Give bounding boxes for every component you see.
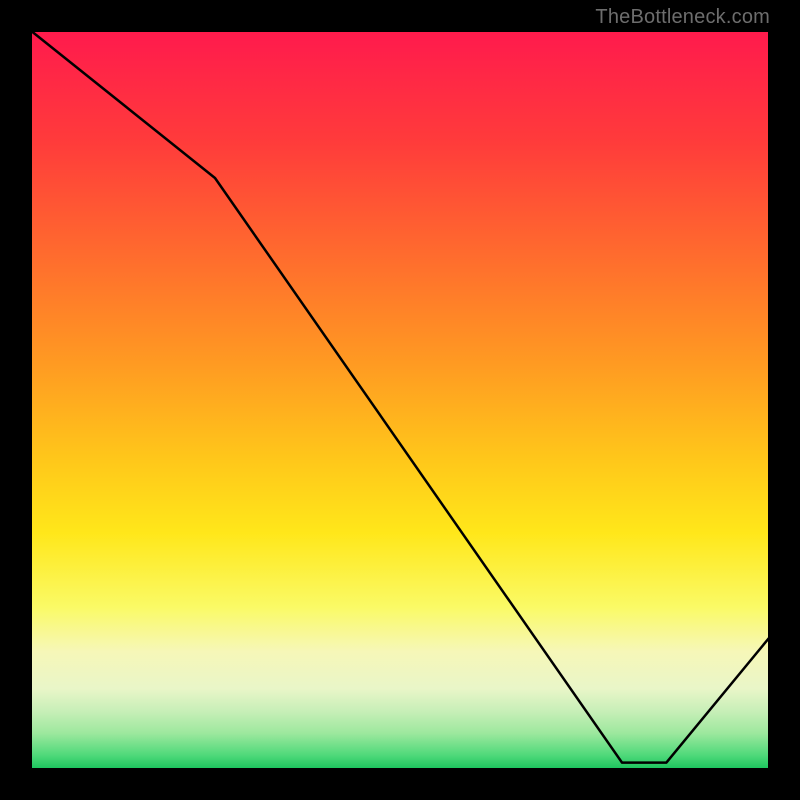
attribution-text: TheBottleneck.com (595, 6, 770, 29)
series-curve (30, 30, 770, 763)
chart-overlay (30, 30, 770, 770)
chart-frame (30, 30, 770, 770)
axes-border (30, 30, 770, 770)
